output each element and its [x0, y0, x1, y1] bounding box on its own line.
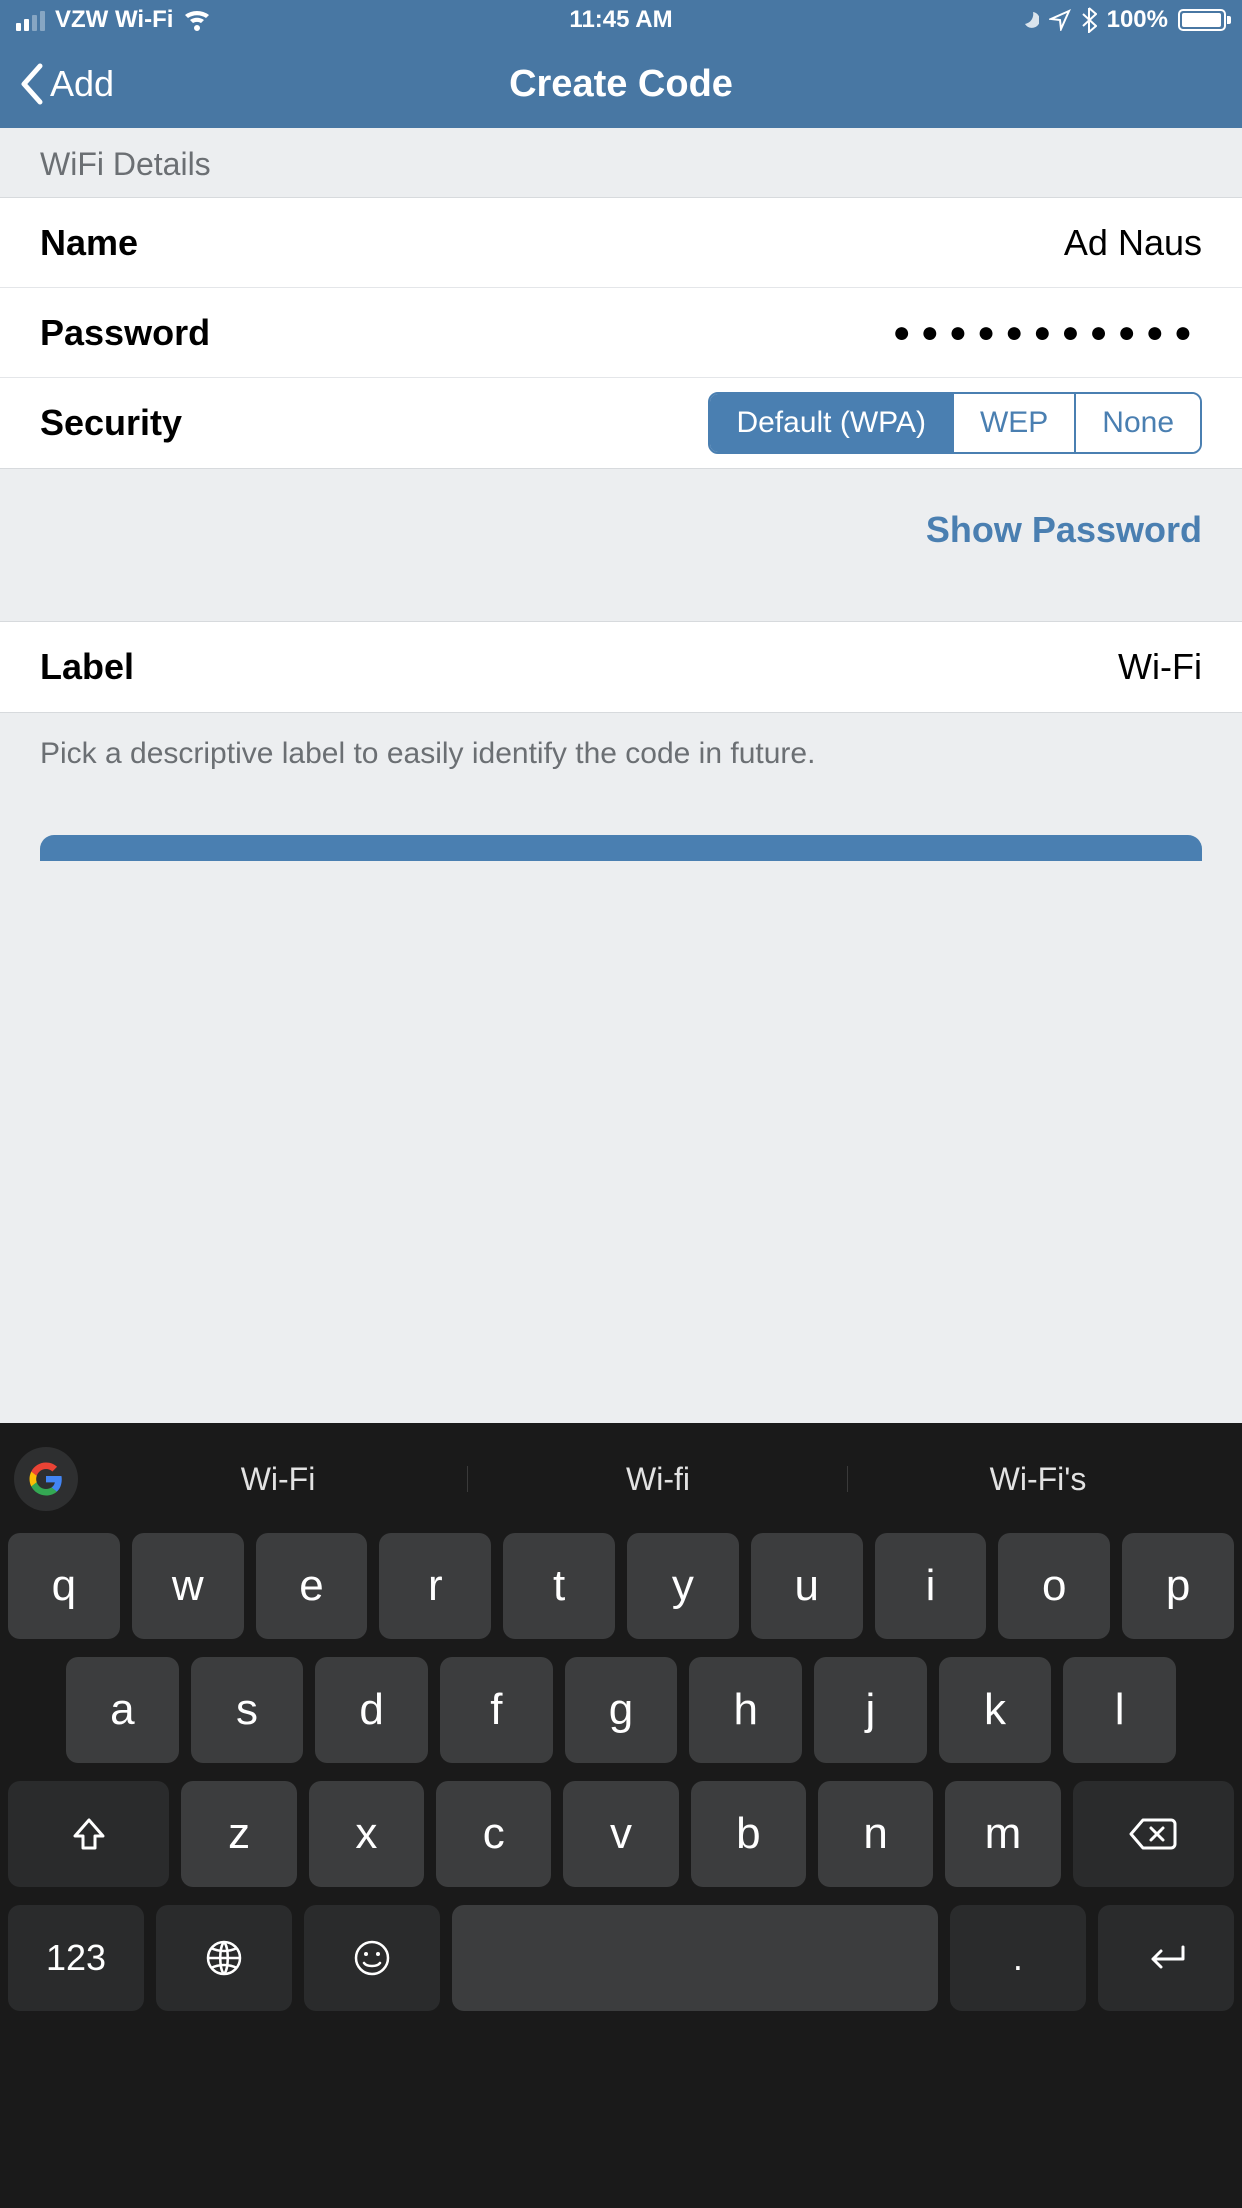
location-icon: [1049, 9, 1071, 31]
bluetooth-icon: [1081, 7, 1097, 33]
carrier-label: VZW Wi-Fi: [55, 6, 173, 34]
status-bar: VZW Wi-Fi 11:45 AM 100%: [0, 0, 1242, 40]
key-o[interactable]: o: [998, 1533, 1110, 1639]
key-f[interactable]: f: [440, 1657, 553, 1763]
security-option-wep[interactable]: WEP: [952, 394, 1074, 452]
suggestion-2[interactable]: Wi-fi: [468, 1461, 848, 1498]
back-button[interactable]: Add: [0, 62, 114, 106]
shift-key[interactable]: [8, 1781, 169, 1887]
cell-signal-icon: [16, 9, 45, 31]
space-key[interactable]: [452, 1905, 938, 2011]
key-q[interactable]: q: [8, 1533, 120, 1639]
keyboard: Wi-Fi Wi-fi Wi-Fi's qwertyuiop asdfghjkl…: [0, 1423, 1242, 2208]
key-k[interactable]: k: [939, 1657, 1052, 1763]
key-t[interactable]: t: [503, 1533, 615, 1639]
show-password-link[interactable]: Show Password: [926, 509, 1202, 550]
security-segmented: Default (WPA) WEP None: [708, 392, 1202, 454]
suggestion-bar: Wi-Fi Wi-fi Wi-Fi's: [0, 1433, 1242, 1525]
key-c[interactable]: c: [436, 1781, 551, 1887]
do-not-disturb-icon: [1019, 10, 1039, 30]
key-r[interactable]: r: [379, 1533, 491, 1639]
security-row: Security Default (WPA) WEP None: [0, 378, 1242, 468]
key-w[interactable]: w: [132, 1533, 244, 1639]
back-label: Add: [50, 63, 114, 105]
keyboard-row-4: 123 .: [8, 1905, 1234, 2011]
suggestion-1[interactable]: Wi-Fi: [88, 1461, 468, 1498]
label-row[interactable]: Label Wi-Fi: [0, 622, 1242, 712]
security-option-none[interactable]: None: [1074, 394, 1200, 452]
keyboard-row-1: qwertyuiop: [8, 1533, 1234, 1639]
key-h[interactable]: h: [689, 1657, 802, 1763]
battery-percent: 100%: [1107, 6, 1168, 34]
backspace-key[interactable]: [1073, 1781, 1234, 1887]
key-y[interactable]: y: [627, 1533, 739, 1639]
key-u[interactable]: u: [751, 1533, 863, 1639]
label-group: Label Wi-Fi: [0, 621, 1242, 713]
name-label: Name: [40, 222, 138, 264]
security-label: Security: [40, 402, 182, 444]
status-time: 11:45 AM: [569, 6, 672, 34]
key-a[interactable]: a: [66, 1657, 179, 1763]
security-option-wpa[interactable]: Default (WPA): [710, 394, 951, 452]
create-button[interactable]: [40, 835, 1202, 861]
keyboard-row-3: zxcvbnm: [8, 1781, 1234, 1887]
suggestion-3[interactable]: Wi-Fi's: [848, 1461, 1228, 1498]
label-value: Wi-Fi: [1118, 646, 1202, 688]
key-d[interactable]: d: [315, 1657, 428, 1763]
wifi-details-group: Name Ad Naus Password ●●●●●●●●●●● Securi…: [0, 197, 1242, 469]
key-e[interactable]: e: [256, 1533, 368, 1639]
key-i[interactable]: i: [875, 1533, 987, 1639]
battery-icon: [1178, 9, 1226, 31]
page-title: Create Code: [509, 63, 733, 106]
key-n[interactable]: n: [818, 1781, 933, 1887]
name-value: Ad Naus: [1064, 222, 1202, 264]
wifi-icon: [183, 9, 211, 31]
keyboard-row-2: asdfghjkl: [8, 1657, 1234, 1763]
google-icon[interactable]: [14, 1447, 78, 1511]
chevron-left-icon: [18, 62, 46, 106]
key-x[interactable]: x: [309, 1781, 424, 1887]
key-v[interactable]: v: [563, 1781, 678, 1887]
password-row[interactable]: Password ●●●●●●●●●●●: [0, 288, 1242, 378]
key-l[interactable]: l: [1063, 1657, 1176, 1763]
period-key[interactable]: .: [950, 1905, 1086, 2011]
label-help-text: Pick a descriptive label to easily ident…: [0, 713, 1242, 835]
key-b[interactable]: b: [691, 1781, 806, 1887]
name-row[interactable]: Name Ad Naus: [0, 198, 1242, 288]
key-p[interactable]: p: [1122, 1533, 1234, 1639]
numbers-key[interactable]: 123: [8, 1905, 144, 2011]
enter-key[interactable]: [1098, 1905, 1234, 2011]
password-value: ●●●●●●●●●●●: [893, 316, 1202, 350]
key-s[interactable]: s: [191, 1657, 304, 1763]
navigation-bar: Add Create Code: [0, 40, 1242, 128]
section-header-wifi: WiFi Details: [0, 128, 1242, 197]
key-j[interactable]: j: [814, 1657, 927, 1763]
label-label: Label: [40, 646, 134, 688]
key-m[interactable]: m: [945, 1781, 1060, 1887]
globe-key[interactable]: [156, 1905, 292, 2011]
key-z[interactable]: z: [181, 1781, 296, 1887]
key-g[interactable]: g: [565, 1657, 678, 1763]
emoji-key[interactable]: [304, 1905, 440, 2011]
password-label: Password: [40, 312, 210, 354]
